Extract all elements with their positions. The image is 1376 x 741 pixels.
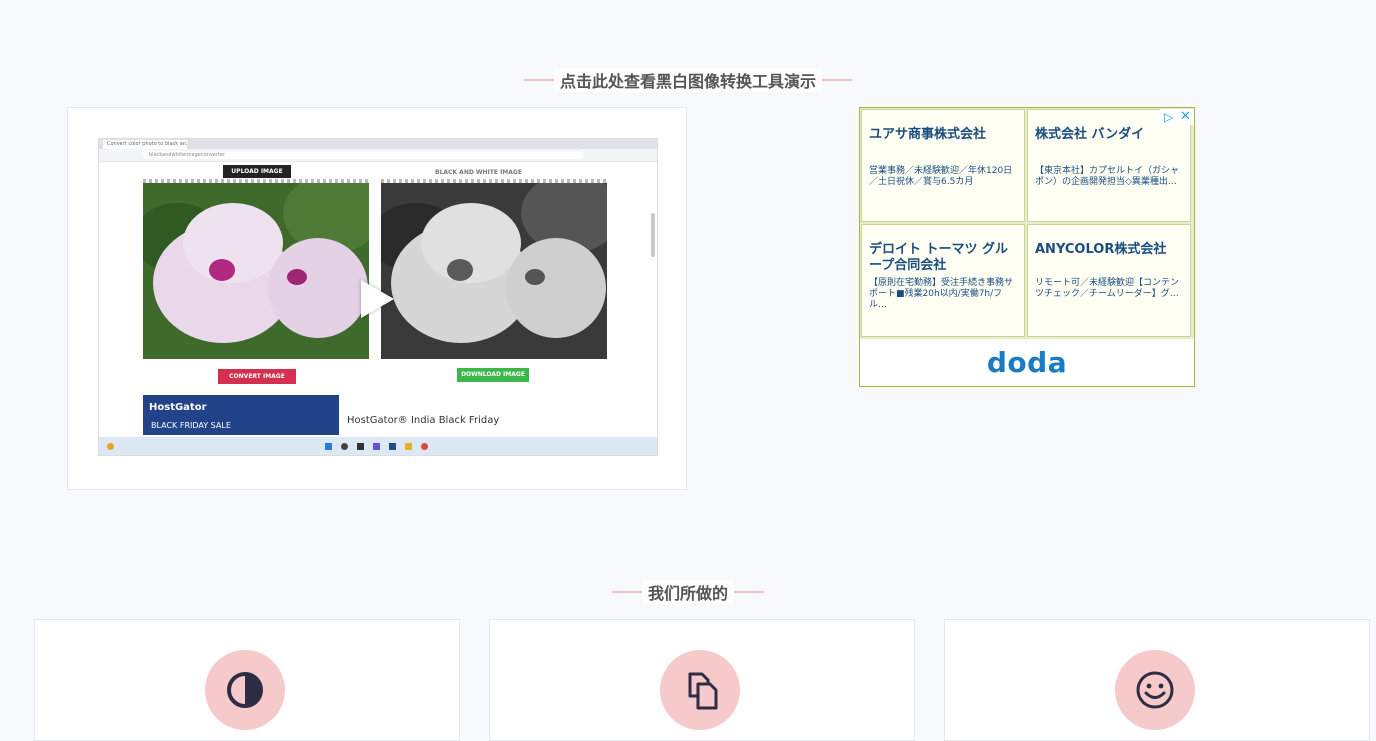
feature-icon-circle (660, 650, 740, 730)
ad-company-name: 株式会社 バンダイ (1035, 127, 1145, 142)
upload-image-label: UPLOAD IMAGE (223, 165, 291, 178)
job-ad-block: ユアサ商事株式会社 営業事務／未経験歓迎／年休120日／土日祝休／賞与6.5カ月… (859, 107, 1195, 387)
bw-flower-image (381, 183, 607, 359)
hostgator-ad-title: HostGator® India Black Friday (347, 415, 500, 426)
feature-card (34, 619, 460, 741)
play-icon[interactable] (361, 280, 394, 318)
taskbar-folder-icon (405, 443, 412, 450)
ad-description: リモート可／未経験歓迎【コンテンツチェック／チームリーダー】グ… (1035, 278, 1180, 299)
hostgator-sale: BLACK FRIDAY SALE (151, 421, 231, 430)
services-section-heading: 我们所做的 (0, 580, 1376, 604)
ad-description: 【原則在宅勤務】受注手続き事務サポート■残業20h以内/実働7h/フル… (869, 278, 1014, 310)
ad-card[interactable]: ユアサ商事株式会社 営業事務／未経験歓迎／年休120日／土日祝休／賞与6.5カ月 (861, 109, 1025, 222)
bw-image-label: BLACK AND WHITE IMAGE (435, 169, 522, 176)
ad-company-name: ANYCOLOR株式会社 (1035, 242, 1167, 257)
contrast-icon (227, 672, 263, 708)
close-icon[interactable]: ✕ (1180, 109, 1191, 124)
os-taskbar (99, 437, 657, 455)
ad-company-name: デロイト トーマツ グループ合同会社 (869, 242, 1009, 273)
ad-badge: ▷ ✕ (1160, 109, 1194, 125)
doda-logo[interactable]: doda (860, 339, 1194, 386)
demo-video-player[interactable]: Convert color photo to black an... black… (67, 107, 687, 490)
adchoices-icon[interactable]: ▷ (1164, 110, 1173, 124)
demo-heading-text: 点击此处查看黑白图像转换工具演示 (553, 68, 822, 92)
weather-icon (107, 443, 114, 450)
ad-company-name: ユアサ商事株式会社 (869, 127, 987, 142)
download-image-label: DOWNLOAD IMAGE (457, 368, 529, 382)
ad-description: 【東京本社】カプセルトイ（ガシャポン）の企画開発担当◇異業種出… (1035, 166, 1180, 187)
taskbar-app-icon (373, 443, 380, 450)
hostgator-brand: HostGator (149, 402, 207, 413)
ad-description: 営業事務／未経験歓迎／年休120日／土日祝休／賞与6.5カ月 (869, 166, 1013, 187)
ad-card[interactable]: デロイト トーマツ グループ合同会社 【原則在宅勤務】受注手続き事務サポート■残… (861, 224, 1025, 337)
heading-divider-right (822, 79, 852, 81)
hostgator-ad-banner: HostGator BLACK FRIDAY SALE (143, 395, 339, 435)
convert-image-label: CONVERT IMAGE (218, 369, 296, 384)
feature-card (944, 619, 1370, 741)
browser-tab: Convert color photo to black an... (103, 140, 187, 149)
services-heading-text: 我们所做的 (641, 580, 734, 604)
smiley-icon (1136, 671, 1174, 709)
screenshot-scrollbar (651, 213, 655, 257)
feature-icon-circle (1115, 650, 1195, 730)
heading-divider-left (611, 591, 642, 593)
ad-card[interactable]: 株式会社 バンダイ 【東京本社】カプセルトイ（ガシャポン）の企画開発担当◇異業種… (1027, 109, 1191, 222)
ad-grid: ユアサ商事株式会社 営業事務／未経験歓迎／年休120日／土日祝休／賞与6.5カ月… (860, 108, 1194, 339)
ad-card[interactable]: ANYCOLOR株式会社 リモート可／未経験歓迎【コンテンツチェック／チームリー… (1027, 224, 1191, 337)
demo-section-heading: 点击此处查看黑白图像转换工具演示 (0, 68, 1376, 92)
browser-address-bar: blackandwhiteimageconverter (99, 149, 657, 162)
taskbar-app-icon (389, 443, 396, 450)
taskbar-app-icon (357, 443, 364, 450)
hostgator-ad-text: HostGator® India Black Friday (339, 395, 579, 435)
feature-card (489, 619, 915, 741)
browser-tabbar: Convert color photo to black an... (99, 139, 657, 149)
heading-divider-left (523, 79, 554, 81)
heading-divider-right (734, 591, 764, 593)
browser-url: blackandwhiteimageconverter (143, 151, 583, 159)
feature-icon-circle (205, 650, 285, 730)
taskbar-chrome-icon (421, 443, 428, 450)
windows-start-icon (325, 443, 332, 450)
taskbar-search-icon (341, 443, 348, 450)
color-flower-image (143, 183, 369, 359)
doda-brand-text: doda (986, 346, 1068, 379)
copy-files-icon (688, 672, 718, 710)
